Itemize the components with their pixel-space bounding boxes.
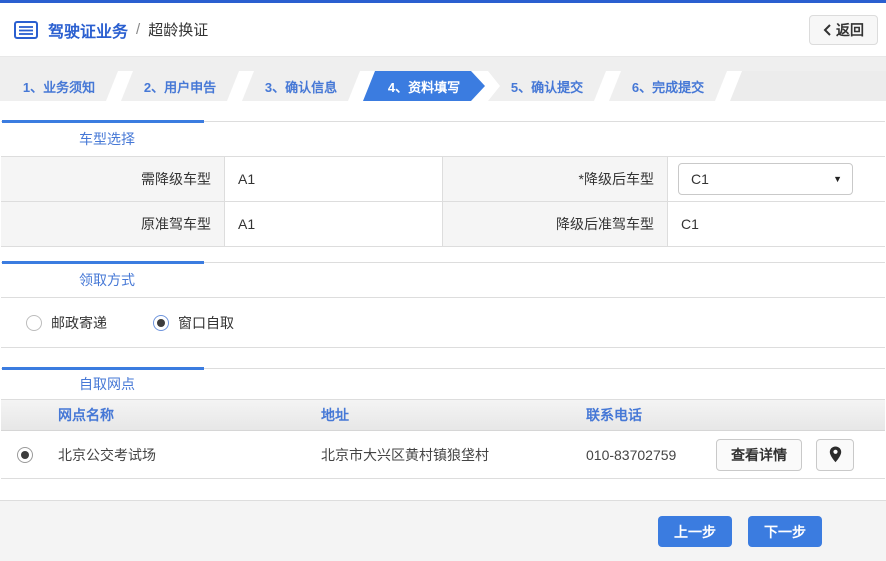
radio-icon-checked[interactable] [153, 315, 169, 331]
radio-icon-unchecked[interactable] [26, 315, 42, 331]
breadcrumb-current: 超龄换证 [148, 19, 208, 40]
after-downgrade-type-select[interactable]: C1 ▼ [678, 163, 853, 195]
select-current-value: C1 [691, 171, 709, 187]
map-pin-icon [829, 446, 842, 463]
back-button[interactable]: 返回 [809, 15, 878, 45]
label-downgrade-needed-type: 需降级车型 [1, 157, 225, 202]
step-1-business-notice[interactable]: 1、业务须知 [0, 71, 118, 101]
spacer [0, 348, 886, 368]
breadcrumb-separator: / [136, 21, 140, 38]
back-button-label: 返回 [836, 20, 864, 40]
section-title-vehicle-type: 车型选择 [1, 122, 885, 156]
step-5-confirm-submit[interactable]: 5、确认提交 [488, 71, 606, 101]
outlet-phone: 010-83702759 [577, 447, 707, 463]
column-header-address: 地址 [312, 405, 577, 425]
outlet-radio-cell [1, 447, 49, 463]
footer-action-bar: 上一步 下一步 [0, 500, 886, 561]
spacer [0, 479, 886, 500]
step-progress-bar: 1、业务须知 2、用户申告 3、确认信息 4、资料填写 5、确认提交 6、完成提… [0, 71, 886, 101]
step-3-confirm-info[interactable]: 3、确认信息 [242, 71, 360, 101]
radio-label-postal-delivery: 邮政寄递 [51, 313, 107, 333]
outlet-address: 北京市大兴区黄村镇狼垡村 [312, 445, 577, 465]
chevron-left-icon [823, 24, 831, 36]
step-bar-filler [730, 71, 886, 101]
section-pickup-method: 领取方式 邮政寄递 窗口自取 [1, 262, 885, 348]
section-title-pickup-method: 领取方式 [1, 263, 885, 297]
section-title-pickup-outlets: 自取网点 [1, 369, 885, 399]
spacer [0, 101, 886, 121]
pickup-options-row: 邮政寄递 窗口自取 [1, 297, 885, 348]
value-original-permitted-type: A1 [225, 202, 443, 247]
chevron-down-icon: ▼ [833, 174, 842, 184]
outlet-name: 北京公交考试场 [49, 445, 312, 465]
step-6-complete-submit[interactable]: 6、完成提交 [609, 71, 727, 101]
page-title: 驾驶证业务 [48, 18, 128, 42]
header-gap [0, 57, 886, 71]
spacer [0, 247, 886, 262]
value-downgrade-needed-type: A1 [225, 157, 443, 202]
outlet-table-row[interactable]: 北京公交考试场 北京市大兴区黄村镇狼垡村 010-83702759 查看详情 [1, 431, 885, 479]
license-card-icon [14, 21, 38, 39]
outlet-actions: 查看详情 [707, 439, 885, 471]
radio-option-postal-delivery[interactable]: 邮政寄递 [26, 313, 107, 333]
vehicle-form-grid: 需降级车型 A1 *降级后车型 C1 ▼ 原准驾车型 A1 降级后准驾车型 C1 [1, 156, 885, 247]
label-permitted-after-downgrade: 降级后准驾车型 [443, 202, 668, 247]
step-2-user-declaration[interactable]: 2、用户申告 [121, 71, 239, 101]
next-step-button[interactable]: 下一步 [748, 516, 822, 547]
cell-after-downgrade-select: C1 ▼ [668, 157, 885, 202]
column-header-phone: 联系电话 [577, 405, 707, 425]
label-original-permitted-type: 原准驾车型 [1, 202, 225, 247]
column-header-outlet-name: 网点名称 [49, 405, 312, 425]
value-permitted-after-downgrade: C1 [668, 202, 885, 247]
outlets-table-header: 网点名称 地址 联系电话 [1, 399, 885, 431]
outlet-row-radio-checked[interactable] [17, 447, 33, 463]
previous-step-button[interactable]: 上一步 [658, 516, 732, 547]
label-after-downgrade-type: *降级后车型 [443, 157, 668, 202]
step-4-fill-materials[interactable]: 4、资料填写 [363, 71, 485, 101]
page-header: 驾驶证业务 / 超龄换证 返回 [0, 3, 886, 57]
radio-label-window-pickup: 窗口自取 [178, 313, 234, 333]
view-details-button[interactable]: 查看详情 [716, 439, 802, 471]
section-pickup-outlets: 自取网点 网点名称 地址 联系电话 北京公交考试场 北京市大兴区黄村镇狼垡村 0… [1, 368, 885, 479]
radio-option-window-pickup[interactable]: 窗口自取 [153, 313, 234, 333]
section-vehicle-type: 车型选择 需降级车型 A1 *降级后车型 C1 ▼ 原准驾车型 A1 降级后准驾… [1, 121, 885, 247]
map-pin-button[interactable] [816, 439, 854, 471]
